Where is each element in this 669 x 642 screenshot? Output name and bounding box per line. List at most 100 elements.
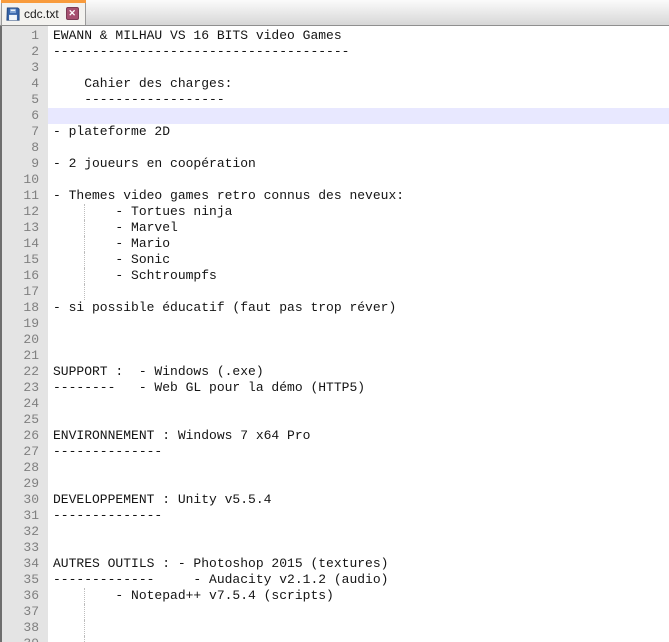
line-text[interactable]: AUTRES OUTILS : - Photoshop 2015 (textur… <box>48 556 669 572</box>
line-text[interactable] <box>48 460 669 476</box>
line-text[interactable]: - Sonic <box>48 252 669 268</box>
editor-line[interactable]: 29 <box>2 476 669 492</box>
editor-line[interactable]: 3 <box>2 60 669 76</box>
line-text[interactable] <box>48 620 669 636</box>
line-text[interactable]: Cahier des charges: <box>48 76 669 92</box>
editor-line[interactable]: 25 <box>2 412 669 428</box>
line-number[interactable]: 39 <box>2 636 48 642</box>
line-number[interactable]: 11 <box>2 188 48 204</box>
line-text[interactable]: - Schtroumpfs <box>48 268 669 284</box>
editor-line[interactable]: 9- 2 joueurs en coopération <box>2 156 669 172</box>
line-number[interactable]: 1 <box>2 28 48 44</box>
line-text[interactable]: ENVIRONNEMENT : Windows 7 x64 Pro <box>48 428 669 444</box>
line-text[interactable]: -------- - Web GL pour la démo (HTTP5) <box>48 380 669 396</box>
editor-line[interactable]: 12 - Tortues ninja <box>2 204 669 220</box>
line-number[interactable]: 36 <box>2 588 48 604</box>
line-number[interactable]: 16 <box>2 268 48 284</box>
line-text[interactable]: -------------- <box>48 508 669 524</box>
line-number[interactable]: 5 <box>2 92 48 108</box>
line-text[interactable]: - 2 joueurs en coopération <box>48 156 669 172</box>
line-number[interactable]: 37 <box>2 604 48 620</box>
line-number[interactable]: 13 <box>2 220 48 236</box>
line-text[interactable] <box>48 332 669 348</box>
line-number[interactable]: 38 <box>2 620 48 636</box>
line-number[interactable]: 26 <box>2 428 48 444</box>
editor-line[interactable]: 38 <box>2 620 669 636</box>
editor-line[interactable]: 7- plateforme 2D <box>2 124 669 140</box>
line-number[interactable]: 18 <box>2 300 48 316</box>
line-text[interactable]: - Mario <box>48 236 669 252</box>
line-text[interactable]: ------------- - Audacity v2.1.2 (audio) <box>48 572 669 588</box>
editor-line[interactable]: 5 ------------------ <box>2 92 669 108</box>
line-number[interactable]: 17 <box>2 284 48 300</box>
editor-line[interactable]: 35------------- - Audacity v2.1.2 (audio… <box>2 572 669 588</box>
editor-line[interactable]: 1EWANN & MILHAU VS 16 BITS video Games <box>2 28 669 44</box>
line-text[interactable]: -------------------------------------- <box>48 44 669 60</box>
line-number[interactable]: 27 <box>2 444 48 460</box>
line-text[interactable] <box>48 396 669 412</box>
line-number[interactable]: 32 <box>2 524 48 540</box>
editor-line[interactable]: 23-------- - Web GL pour la démo (HTTP5) <box>2 380 669 396</box>
line-text[interactable]: -------------- <box>48 444 669 460</box>
editor-line[interactable]: 32 <box>2 524 669 540</box>
line-text[interactable] <box>48 524 669 540</box>
line-number[interactable]: 22 <box>2 364 48 380</box>
line-number[interactable]: 23 <box>2 380 48 396</box>
editor-line[interactable]: 22SUPPORT : - Windows (.exe) <box>2 364 669 380</box>
line-text[interactable]: SUPPORT : - Windows (.exe) <box>48 364 669 380</box>
editor-line[interactable]: 21 <box>2 348 669 364</box>
editor-line[interactable]: 10 <box>2 172 669 188</box>
editor-line[interactable]: 30DEVELOPPEMENT : Unity v5.5.4 <box>2 492 669 508</box>
line-number[interactable]: 21 <box>2 348 48 364</box>
line-number[interactable]: 33 <box>2 540 48 556</box>
editor-line[interactable]: 6 <box>2 108 669 124</box>
close-icon[interactable]: ✕ <box>66 7 79 20</box>
line-number[interactable]: 35 <box>2 572 48 588</box>
line-number[interactable]: 4 <box>2 76 48 92</box>
tab-cdc-txt[interactable]: cdc.txt ✕ <box>1 0 86 25</box>
line-text[interactable] <box>48 316 669 332</box>
line-number[interactable]: 28 <box>2 460 48 476</box>
editor-line[interactable]: 24 <box>2 396 669 412</box>
editor-line[interactable]: 4 Cahier des charges: <box>2 76 669 92</box>
editor-line[interactable]: 20 <box>2 332 669 348</box>
editor-line[interactable]: 17 <box>2 284 669 300</box>
line-number[interactable]: 14 <box>2 236 48 252</box>
editor-line[interactable]: 18- si possible éducatif (faut pas trop … <box>2 300 669 316</box>
editor-line[interactable]: 2-------------------------------------- <box>2 44 669 60</box>
line-number[interactable]: 2 <box>2 44 48 60</box>
editor-line[interactable]: 36 - Notepad++ v7.5.4 (scripts) <box>2 588 669 604</box>
line-number[interactable]: 12 <box>2 204 48 220</box>
editor-line[interactable]: 14 - Mario <box>2 236 669 252</box>
line-number[interactable]: 8 <box>2 140 48 156</box>
line-text[interactable]: - Marvel <box>48 220 669 236</box>
line-text[interactable] <box>48 636 669 642</box>
line-number[interactable]: 10 <box>2 172 48 188</box>
editor-line[interactable]: 34AUTRES OUTILS : - Photoshop 2015 (text… <box>2 556 669 572</box>
line-number[interactable]: 7 <box>2 124 48 140</box>
editor-line[interactable]: 39 <box>2 636 669 642</box>
line-text[interactable] <box>48 172 669 188</box>
editor-line[interactable]: 19 <box>2 316 669 332</box>
line-text[interactable]: - Tortues ninja <box>48 204 669 220</box>
editor-line[interactable]: 28 <box>2 460 669 476</box>
line-text[interactable]: DEVELOPPEMENT : Unity v5.5.4 <box>48 492 669 508</box>
line-number[interactable]: 19 <box>2 316 48 332</box>
line-text[interactable] <box>48 348 669 364</box>
editor[interactable]: 1EWANN & MILHAU VS 16 BITS video Games2-… <box>0 26 669 642</box>
line-text[interactable] <box>48 476 669 492</box>
line-number[interactable]: 9 <box>2 156 48 172</box>
line-text[interactable] <box>48 60 669 76</box>
line-text[interactable]: EWANN & MILHAU VS 16 BITS video Games <box>48 28 669 44</box>
editor-line[interactable]: 8 <box>2 140 669 156</box>
line-number[interactable]: 30 <box>2 492 48 508</box>
line-number[interactable]: 15 <box>2 252 48 268</box>
line-text[interactable] <box>48 284 669 300</box>
editor-line[interactable]: 26ENVIRONNEMENT : Windows 7 x64 Pro <box>2 428 669 444</box>
editor-line[interactable]: 33 <box>2 540 669 556</box>
editor-line[interactable]: 37 <box>2 604 669 620</box>
line-number[interactable]: 3 <box>2 60 48 76</box>
line-number[interactable]: 31 <box>2 508 48 524</box>
editor-line[interactable]: 11- Themes video games retro connus des … <box>2 188 669 204</box>
line-text[interactable]: - plateforme 2D <box>48 124 669 140</box>
